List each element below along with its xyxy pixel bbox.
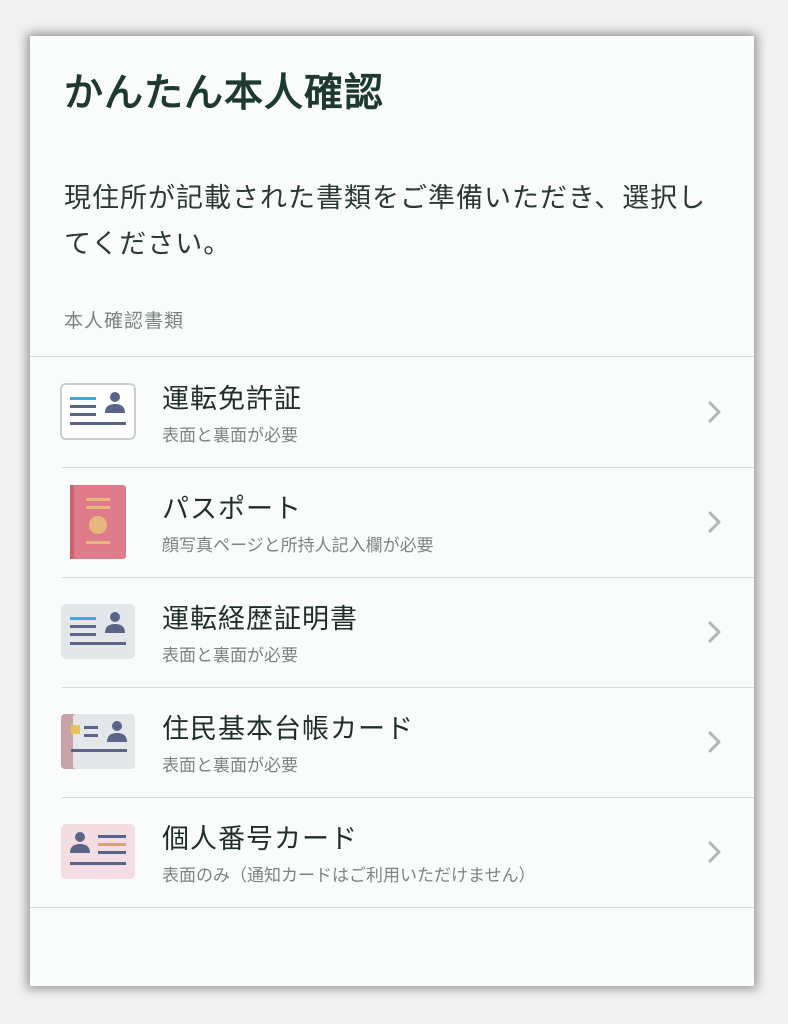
my-number-card-icon	[60, 815, 136, 889]
document-name: 住民基本台帳カード	[162, 714, 414, 745]
drivers-license-icon	[60, 375, 136, 449]
passport-icon	[60, 485, 136, 559]
document-description: 表面と裏面が必要	[162, 646, 298, 666]
chevron-right-icon	[700, 618, 728, 646]
document-name: 個人番号カード	[162, 824, 358, 855]
chevron-right-icon	[700, 508, 728, 536]
chevron-right-icon	[700, 728, 728, 756]
document-item-passport[interactable]: パスポート 顔写真ページと所持人記入欄が必要	[30, 467, 754, 577]
document-list: 運転免許証 表面と裏面が必要 パスポート 顔写真ページと所持人記入欄が必要 運転…	[30, 356, 754, 908]
document-description: 表面のみ（通知カードはご利用いただけません）	[162, 866, 536, 886]
document-name: パスポート	[162, 494, 302, 525]
document-item-resident-registry-card[interactable]: 住民基本台帳カード 表面と裏面が必要	[30, 687, 754, 797]
document-item-my-number-card[interactable]: 個人番号カード 表面のみ（通知カードはご利用いただけません）	[30, 797, 754, 907]
document-description: 顔写真ページと所持人記入欄が必要	[162, 536, 434, 556]
chevron-right-icon	[700, 398, 728, 426]
page-title: かんたん本人確認	[64, 71, 385, 116]
identity-verification-panel: かんたん本人確認 現住所が記載された書類をご準備いただき、選択してください。 本…	[30, 36, 754, 986]
document-description: 表面と裏面が必要	[162, 756, 298, 776]
chevron-right-icon	[700, 838, 728, 866]
document-item-driving-history-certificate[interactable]: 運転経歴証明書 表面と裏面が必要	[30, 577, 754, 687]
instruction-text: 現住所が記載された書類をご準備いただき、選択してください。	[64, 183, 707, 260]
document-description: 表面と裏面が必要	[162, 426, 298, 446]
section-label: 本人確認書類	[64, 310, 185, 332]
resident-registry-card-icon	[60, 705, 136, 779]
document-item-drivers-license[interactable]: 運転免許証 表面と裏面が必要	[30, 357, 754, 467]
driving-history-certificate-icon	[60, 595, 136, 669]
document-name: 運転経歴証明書	[162, 604, 358, 635]
document-name: 運転免許証	[162, 384, 302, 415]
